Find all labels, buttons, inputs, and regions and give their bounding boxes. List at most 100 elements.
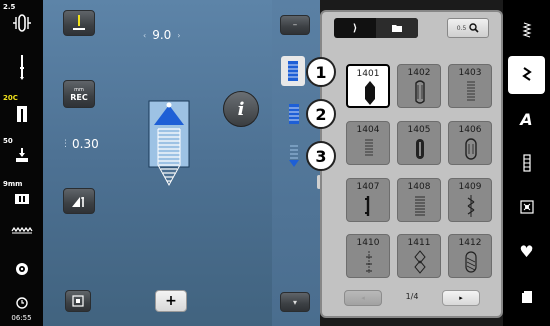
folder-tab[interactable] xyxy=(376,18,418,38)
stitch-option-1[interactable] xyxy=(281,56,305,86)
zoom-button[interactable]: 0.5 xyxy=(447,18,489,38)
scroll-down-button[interactable]: ▾ xyxy=(280,292,310,312)
stitch-number: 1403 xyxy=(458,68,482,78)
nav-personal-memory[interactable] xyxy=(508,278,545,316)
stitch-cell-1407[interactable]: 1407 xyxy=(346,178,390,222)
stitch-number: 1409 xyxy=(458,182,482,192)
info-button[interactable]: i xyxy=(223,91,259,127)
rec-label: REC xyxy=(70,92,88,102)
buttonhole-icon xyxy=(415,196,425,216)
needle-position-button[interactable] xyxy=(63,10,95,36)
pattern-icon xyxy=(519,200,534,214)
scroll-up-icon: – xyxy=(292,20,298,30)
stitch-cell-1409[interactable]: 1409 xyxy=(448,178,492,222)
memory-icon xyxy=(521,291,532,303)
nav-stitch-patterns[interactable] xyxy=(508,12,545,50)
info-icon: i xyxy=(237,98,245,120)
stitch-width-status: 9mm xyxy=(3,180,23,188)
stitch-number: 1405 xyxy=(407,125,431,135)
upper-thread-tension-icon[interactable] xyxy=(0,8,43,38)
stitch-cell-1404[interactable]: 1404 xyxy=(346,121,390,165)
callout-3: 3 xyxy=(306,141,336,171)
presser-foot-icon[interactable] xyxy=(0,100,43,128)
stitch-cell-1403[interactable]: 1403 xyxy=(448,64,492,108)
category-tabs: ⟩ xyxy=(334,18,418,38)
decorative-stitch-icon xyxy=(465,251,477,273)
nav-buttonholes[interactable] xyxy=(508,56,545,94)
stitch-length-value: 0.30 xyxy=(72,137,99,151)
needle-position-icon xyxy=(73,15,85,30)
stitch-cell-1401[interactable]: 1401 xyxy=(346,64,390,108)
status-bar: 2.5 20C 50 9mm 06:55 xyxy=(0,0,43,326)
stitch-option-1-icon xyxy=(288,61,298,81)
page-indicator: 1/4 xyxy=(405,292,419,301)
callout-1: 1 xyxy=(306,57,336,87)
next-page-button[interactable]: ▸ xyxy=(442,290,480,306)
stitch-option-3[interactable] xyxy=(284,142,304,170)
stitch-preview xyxy=(146,95,192,195)
needle-icon[interactable] xyxy=(0,50,43,84)
stitch-number: 1410 xyxy=(356,238,380,248)
clear-display-button[interactable] xyxy=(65,290,91,312)
zoom-label: 0.5 xyxy=(456,24,467,32)
stitch-width-control[interactable]: ‹ 9.0 › xyxy=(143,28,181,42)
stitch-cell-1411[interactable]: 1411 xyxy=(397,234,441,278)
stitch-number: 1406 xyxy=(458,125,482,135)
quilt-stitch-icon xyxy=(522,154,531,172)
next-arrow-icon: ▸ xyxy=(459,294,463,302)
add-button[interactable]: + xyxy=(155,290,187,312)
heart-icon: ♥ xyxy=(519,241,534,261)
buttonhole-category-icon xyxy=(521,67,532,81)
stitch-cell-1412[interactable]: 1412 xyxy=(448,234,492,278)
feed-dog-icon[interactable] xyxy=(0,222,43,238)
bobbin-icon[interactable] xyxy=(0,258,43,280)
stitch-cell-1402[interactable]: 1402 xyxy=(397,64,441,108)
stitch-length-control[interactable]: ⋮ 0.30 xyxy=(61,137,99,151)
stitch-number: 1402 xyxy=(407,68,431,78)
nav-favorites[interactable]: ♥ xyxy=(508,232,545,270)
square-icon xyxy=(72,295,84,307)
decorative-stitch-icon xyxy=(366,251,372,273)
buttonhole-icon xyxy=(365,139,373,156)
nav-embroidery[interactable] xyxy=(508,188,545,226)
zigzag-stitch-icon xyxy=(521,22,532,38)
stitch-category-tab[interactable]: ⟩ xyxy=(334,18,376,38)
folder-icon xyxy=(392,25,402,32)
decorative-stitch-icon xyxy=(414,250,426,274)
stitch-plate-icon[interactable] xyxy=(0,188,43,210)
stitch-category-icon: ⟩ xyxy=(352,22,358,34)
callout-2: 2 xyxy=(306,99,336,129)
stitch-cell-1405[interactable]: 1405 xyxy=(397,121,441,165)
stitch-number: 1407 xyxy=(356,182,380,192)
balance-icon xyxy=(72,197,84,207)
stitch-cell-1406[interactable]: 1406 xyxy=(448,121,492,165)
previous-arrow-icon: ◂ xyxy=(361,294,365,302)
stitch-number: 1404 xyxy=(356,125,380,135)
buttonhole-icon xyxy=(467,81,475,101)
stitch-option-3-icon xyxy=(289,145,299,167)
balance-button[interactable] xyxy=(63,188,95,214)
alphabet-icon: A xyxy=(520,109,533,129)
scroll-up-button[interactable]: – xyxy=(280,15,310,35)
stitch-option-2-icon xyxy=(289,104,299,124)
pattern-end-rec-button[interactable]: mm REC xyxy=(63,80,95,108)
stitch-cell-1410[interactable]: 1410 xyxy=(346,234,390,278)
clock-icon xyxy=(0,295,43,311)
nav-quilt-stitches[interactable] xyxy=(508,144,545,182)
stitch-number: 1412 xyxy=(458,238,482,248)
foot-pressure-icon[interactable] xyxy=(0,142,43,168)
clock-time: 06:55 xyxy=(11,314,32,322)
buttonhole-icon xyxy=(416,139,424,159)
previous-page-button[interactable]: ◂ xyxy=(344,290,382,306)
nav-alphabets[interactable]: A xyxy=(508,100,545,138)
stitch-number: 1408 xyxy=(407,182,431,192)
stitch-cell-1408[interactable]: 1408 xyxy=(397,178,441,222)
stitch-edit-area: ‹ 9.0 › mm REC i ⋮ 0.30 + xyxy=(43,0,272,326)
plus-icon: + xyxy=(165,293,177,309)
stitch-option-2[interactable] xyxy=(284,101,304,127)
stitch-number: 1411 xyxy=(407,238,431,248)
right-navigation: A ♥ xyxy=(503,0,550,326)
decrease-arrow-icon[interactable]: ‹ xyxy=(143,31,146,40)
keyhole-buttonhole-icon xyxy=(365,196,370,216)
increase-arrow-icon[interactable]: › xyxy=(177,31,180,40)
